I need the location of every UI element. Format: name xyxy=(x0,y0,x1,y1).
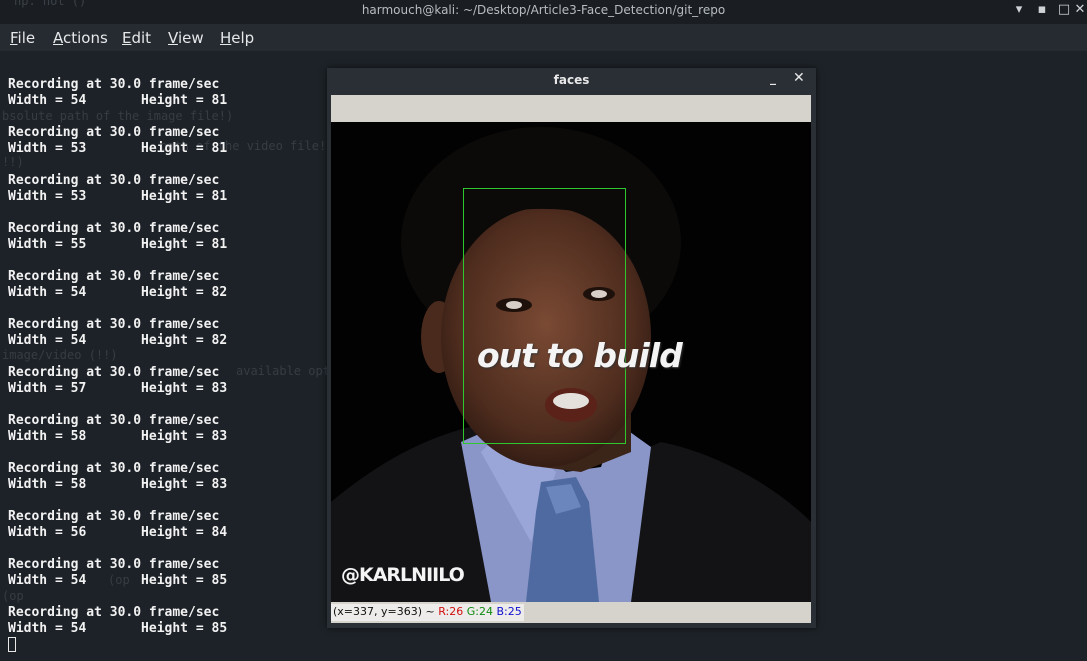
window-close-icon[interactable]: ✕ xyxy=(793,70,805,86)
window-statusbar: (x=337, y=363) ~ R:26 G:24 B:25 xyxy=(331,602,811,623)
output-line: Recording at 30.0 frame/sec xyxy=(8,605,220,620)
ghost-line: image/video (!!) xyxy=(2,348,118,362)
output-line: Recording at 30.0 frame/sec xyxy=(8,269,220,284)
output-line: Width = 54 Height = 85 xyxy=(8,573,228,588)
output-line: Recording at 30.0 frame/sec xyxy=(8,173,220,188)
output-line: Width = 58 Height = 83 xyxy=(8,429,228,444)
minimize-icon[interactable]: ▾ xyxy=(1011,2,1027,17)
pixel-coordinates: (x=337, y=363) ~ xyxy=(333,605,439,618)
menu-file[interactable]: File xyxy=(10,29,35,47)
close-icon[interactable]: ✕ xyxy=(1072,2,1087,17)
window-minimize-icon[interactable]: _ xyxy=(770,71,776,85)
terminal-cursor xyxy=(8,637,16,652)
window-toolbar xyxy=(331,95,811,122)
output-line: Recording at 30.0 frame/sec xyxy=(8,413,220,428)
video-watermark: @KARLNIILO xyxy=(341,564,465,586)
faces-window[interactable]: faces _ ✕ out to build @KARLNIILO (x=337… xyxy=(327,68,816,628)
output-line: Width = 54 Height = 81 xyxy=(8,93,228,108)
output-line: Recording at 30.0 frame/sec xyxy=(8,509,220,524)
menu-edit[interactable]: Edit xyxy=(122,29,151,47)
pixel-green-value: G:24 xyxy=(466,605,493,618)
face-detection-box xyxy=(463,188,626,444)
ghost-line: !!) xyxy=(2,155,24,169)
restore-icon[interactable]: ▪ xyxy=(1034,2,1050,17)
faces-window-title: faces xyxy=(553,73,590,87)
output-line: Width = 54 Height = 82 xyxy=(8,285,228,300)
output-line: Width = 54 Height = 85 xyxy=(8,621,228,636)
output-line: Width = 53 Height = 81 xyxy=(8,189,228,204)
output-line: Width = 57 Height = 83 xyxy=(8,381,228,396)
output-line: Recording at 30.0 frame/sec xyxy=(8,221,220,236)
output-line: Width = 55 Height = 81 xyxy=(8,237,228,252)
ghost-line: (op xyxy=(2,589,24,603)
pixel-blue-value: B:25 xyxy=(496,605,522,618)
output-line: Recording at 30.0 frame/sec xyxy=(8,557,220,572)
menu-view[interactable]: View xyxy=(168,29,204,47)
video-frame[interactable]: out to build @KARLNIILO xyxy=(331,122,811,602)
ghost-line: bsolute path of the image file!) xyxy=(2,109,234,123)
output-line: Recording at 30.0 frame/sec xyxy=(8,125,220,140)
video-caption: out to build xyxy=(477,336,683,375)
menu-actions[interactable]: Actions xyxy=(53,29,108,47)
output-line: Recording at 30.0 frame/sec xyxy=(8,461,220,476)
output-line: Width = 56 Height = 84 xyxy=(8,525,228,540)
output-line: Width = 53 Height = 81 xyxy=(8,141,228,156)
output-line: Width = 58 Height = 83 xyxy=(8,477,228,492)
terminal-titlebar: np. not () harmouch@kali: ~/Desktop/Arti… xyxy=(0,0,1087,24)
menu-help[interactable]: Help xyxy=(220,29,254,47)
output-line: Width = 54 Height = 82 xyxy=(8,333,228,348)
pixel-red-value: R:26 xyxy=(438,605,464,618)
output-line: Recording at 30.0 frame/sec xyxy=(8,77,220,92)
pixel-readout: (x=337, y=363) ~ R:26 G:24 B:25 xyxy=(331,604,524,621)
output-line: Recording at 30.0 frame/sec xyxy=(8,317,220,332)
window-title: harmouch@kali: ~/Desktop/Article3-Face_D… xyxy=(361,3,726,17)
menu-bar: File Actions Edit View Help xyxy=(0,24,1087,51)
output-line: Recording at 30.0 frame/sec xyxy=(8,365,220,380)
maximize-icon[interactable]: □ xyxy=(1056,2,1072,17)
